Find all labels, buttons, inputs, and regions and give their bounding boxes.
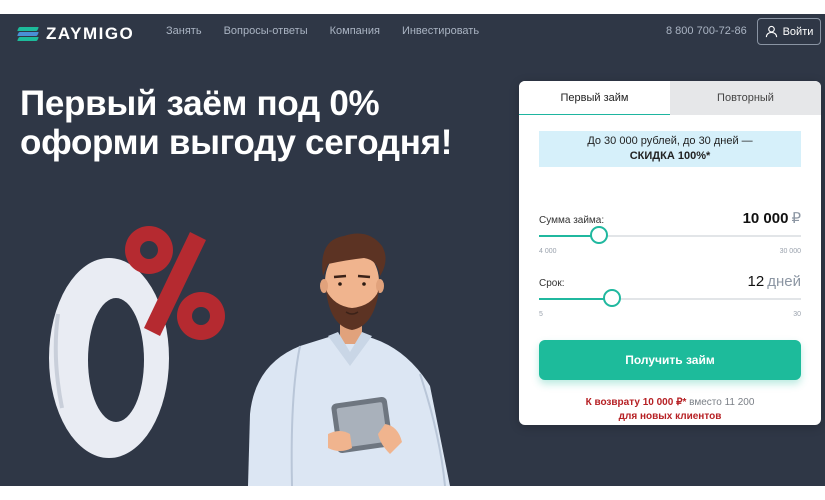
amount-value-display: 10 000 ₽ — [743, 209, 801, 227]
term-min-label: 5 — [539, 311, 543, 318]
repayment-old-amount: 11 200 — [724, 397, 755, 408]
user-icon — [765, 25, 777, 38]
page-frame: ZAYMIGO Занять Вопросы-ответы Компания И… — [0, 14, 825, 486]
loan-type-tabs: Первый займ Повторный — [519, 81, 821, 115]
term-unit: дней — [767, 273, 801, 290]
amount-label: Сумма займа: — [539, 215, 605, 226]
term-value-display: 12 дней — [748, 273, 801, 290]
term-value: 12 — [747, 273, 765, 290]
tab-first-loan[interactable]: Первый займ — [519, 81, 670, 115]
repayment-info: К возврату 10 000 ₽* вместо 11 200 для н… — [519, 396, 821, 424]
repayment-amount: К возврату 10 000 ₽* — [585, 397, 687, 408]
amount-value: 10 000 — [742, 210, 789, 227]
repayment-line2: для новых клиентов — [618, 411, 722, 422]
amount-slider-handle[interactable] — [590, 226, 609, 244]
term-slider-handle[interactable] — [603, 289, 622, 307]
repayment-line1: К возврату 10 000 ₽* вместо 11 200 — [519, 396, 821, 410]
amount-slider[interactable] — [539, 226, 801, 244]
term-slider-fill — [539, 298, 613, 300]
term-slider[interactable] — [539, 289, 801, 307]
hero-illustration — [49, 226, 450, 486]
phone-number[interactable]: 8 800 700-72-86 — [666, 25, 747, 37]
term-max-label: 30 — [793, 311, 801, 318]
tab-repeat-loan[interactable]: Повторный — [670, 81, 821, 115]
zero-graphic — [49, 258, 169, 458]
amount-max-label: 30 000 — [779, 248, 801, 255]
amount-min-label: 4 000 — [539, 248, 557, 255]
man-illustration — [248, 233, 450, 486]
term-label: Срок: — [539, 278, 565, 289]
promo-line2: СКИДКА 100%* — [629, 150, 711, 162]
get-loan-button[interactable]: Получить займ — [539, 340, 801, 380]
login-button[interactable]: Войти — [757, 18, 821, 45]
amount-unit: ₽ — [791, 210, 801, 227]
promo-line1: До 30 000 рублей, до 30 дней — — [587, 135, 753, 147]
login-label: Войти — [782, 25, 814, 38]
promo-banner: До 30 000 рублей, до 30 дней — СКИДКА 10… — [539, 131, 801, 167]
loan-calculator-card: Первый займ Повторный До 30 000 рублей, … — [519, 81, 821, 425]
repayment-instead: вместо — [686, 397, 725, 408]
